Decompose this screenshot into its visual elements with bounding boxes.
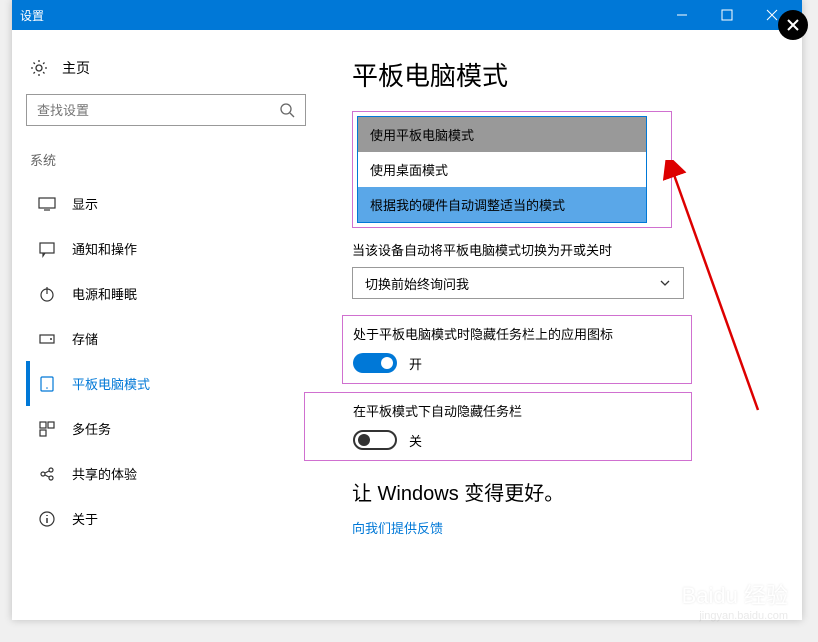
settings-window: 设置 主页 系统 显示 通知和操作 — [12, 0, 802, 620]
tablet-icon — [38, 375, 56, 393]
auto-switch-label: 当该设备自动将平板电脑模式切换为开或关时 — [352, 240, 782, 259]
nav-label: 关于 — [72, 509, 98, 528]
sidebar-item-tablet-mode[interactable]: 平板电脑模式 — [26, 361, 322, 406]
dropdown-option-tablet[interactable]: 使用平板电脑模式 — [358, 117, 646, 152]
hide-icons-toggle[interactable] — [353, 353, 397, 373]
sidebar: 主页 系统 显示 通知和操作 电源和睡眠 存储 — [12, 30, 322, 620]
gear-icon — [30, 59, 48, 77]
select-value: 切换前始终询问我 — [365, 274, 469, 293]
multitask-icon — [38, 420, 56, 438]
dropdown-option-auto[interactable]: 根据我的硬件自动调整适当的模式 — [358, 187, 646, 222]
home-link[interactable]: 主页 — [26, 50, 322, 94]
category-label: 系统 — [26, 150, 322, 181]
auto-hide-label: 在平板模式下自动隐藏任务栏 — [353, 401, 681, 420]
close-badge[interactable] — [778, 10, 808, 40]
share-icon — [38, 465, 56, 483]
mode-dropdown-open[interactable]: 使用平板电脑模式 使用桌面模式 根据我的硬件自动调整适当的模式 — [357, 116, 647, 223]
auto-hide-toggle[interactable] — [353, 430, 397, 450]
nav-label: 多任务 — [72, 419, 111, 438]
toggle-state-label: 开 — [409, 354, 422, 373]
dropdown-option-desktop[interactable]: 使用桌面模式 — [358, 152, 646, 187]
sidebar-item-storage[interactable]: 存储 — [26, 316, 322, 361]
home-label: 主页 — [62, 58, 90, 78]
storage-icon — [38, 330, 56, 348]
search-input[interactable] — [26, 94, 306, 126]
hide-icons-label: 处于平板电脑模式时隐藏任务栏上的应用图标 — [353, 324, 681, 343]
search-field[interactable] — [37, 103, 279, 118]
chevron-down-icon — [659, 277, 671, 289]
nav-label: 显示 — [72, 194, 98, 213]
message-icon — [38, 240, 56, 258]
sidebar-item-power[interactable]: 电源和睡眠 — [26, 271, 322, 316]
power-icon — [38, 285, 56, 303]
annotation-box-2: 处于平板电脑模式时隐藏任务栏上的应用图标 开 — [342, 315, 692, 384]
auto-switch-select[interactable]: 切换前始终询问我 — [352, 267, 684, 299]
titlebar: 设置 — [12, 0, 802, 30]
sidebar-item-notifications[interactable]: 通知和操作 — [26, 226, 322, 271]
feedback-link[interactable]: 向我们提供反馈 — [352, 518, 782, 537]
main-panel: 平板电脑模式 使用平板电脑模式 使用桌面模式 根据我的硬件自动调整适当的模式 当… — [322, 30, 802, 620]
maximize-button[interactable] — [704, 0, 749, 30]
annotation-box-3: 在平板模式下自动隐藏任务栏 关 — [304, 392, 692, 461]
info-icon — [38, 510, 56, 528]
nav-label: 电源和睡眠 — [72, 284, 137, 303]
search-icon — [279, 102, 295, 118]
page-title: 平板电脑模式 — [352, 56, 782, 93]
nav-label: 共享的体验 — [72, 464, 137, 483]
sidebar-item-shared[interactable]: 共享的体验 — [26, 451, 322, 496]
nav-label: 通知和操作 — [72, 239, 137, 258]
annotation-box-1: 使用平板电脑模式 使用桌面模式 根据我的硬件自动调整适当的模式 — [352, 111, 672, 228]
improve-heading: 让 Windows 变得更好。 — [352, 477, 782, 506]
minimize-button[interactable] — [659, 0, 704, 30]
monitor-icon — [38, 195, 56, 213]
window-title: 设置 — [20, 7, 659, 24]
sidebar-item-about[interactable]: 关于 — [26, 496, 322, 541]
toggle-state-label: 关 — [409, 431, 422, 450]
nav-label: 存储 — [72, 329, 98, 348]
sidebar-item-display[interactable]: 显示 — [26, 181, 322, 226]
sidebar-item-multitask[interactable]: 多任务 — [26, 406, 322, 451]
nav-label: 平板电脑模式 — [72, 374, 150, 393]
